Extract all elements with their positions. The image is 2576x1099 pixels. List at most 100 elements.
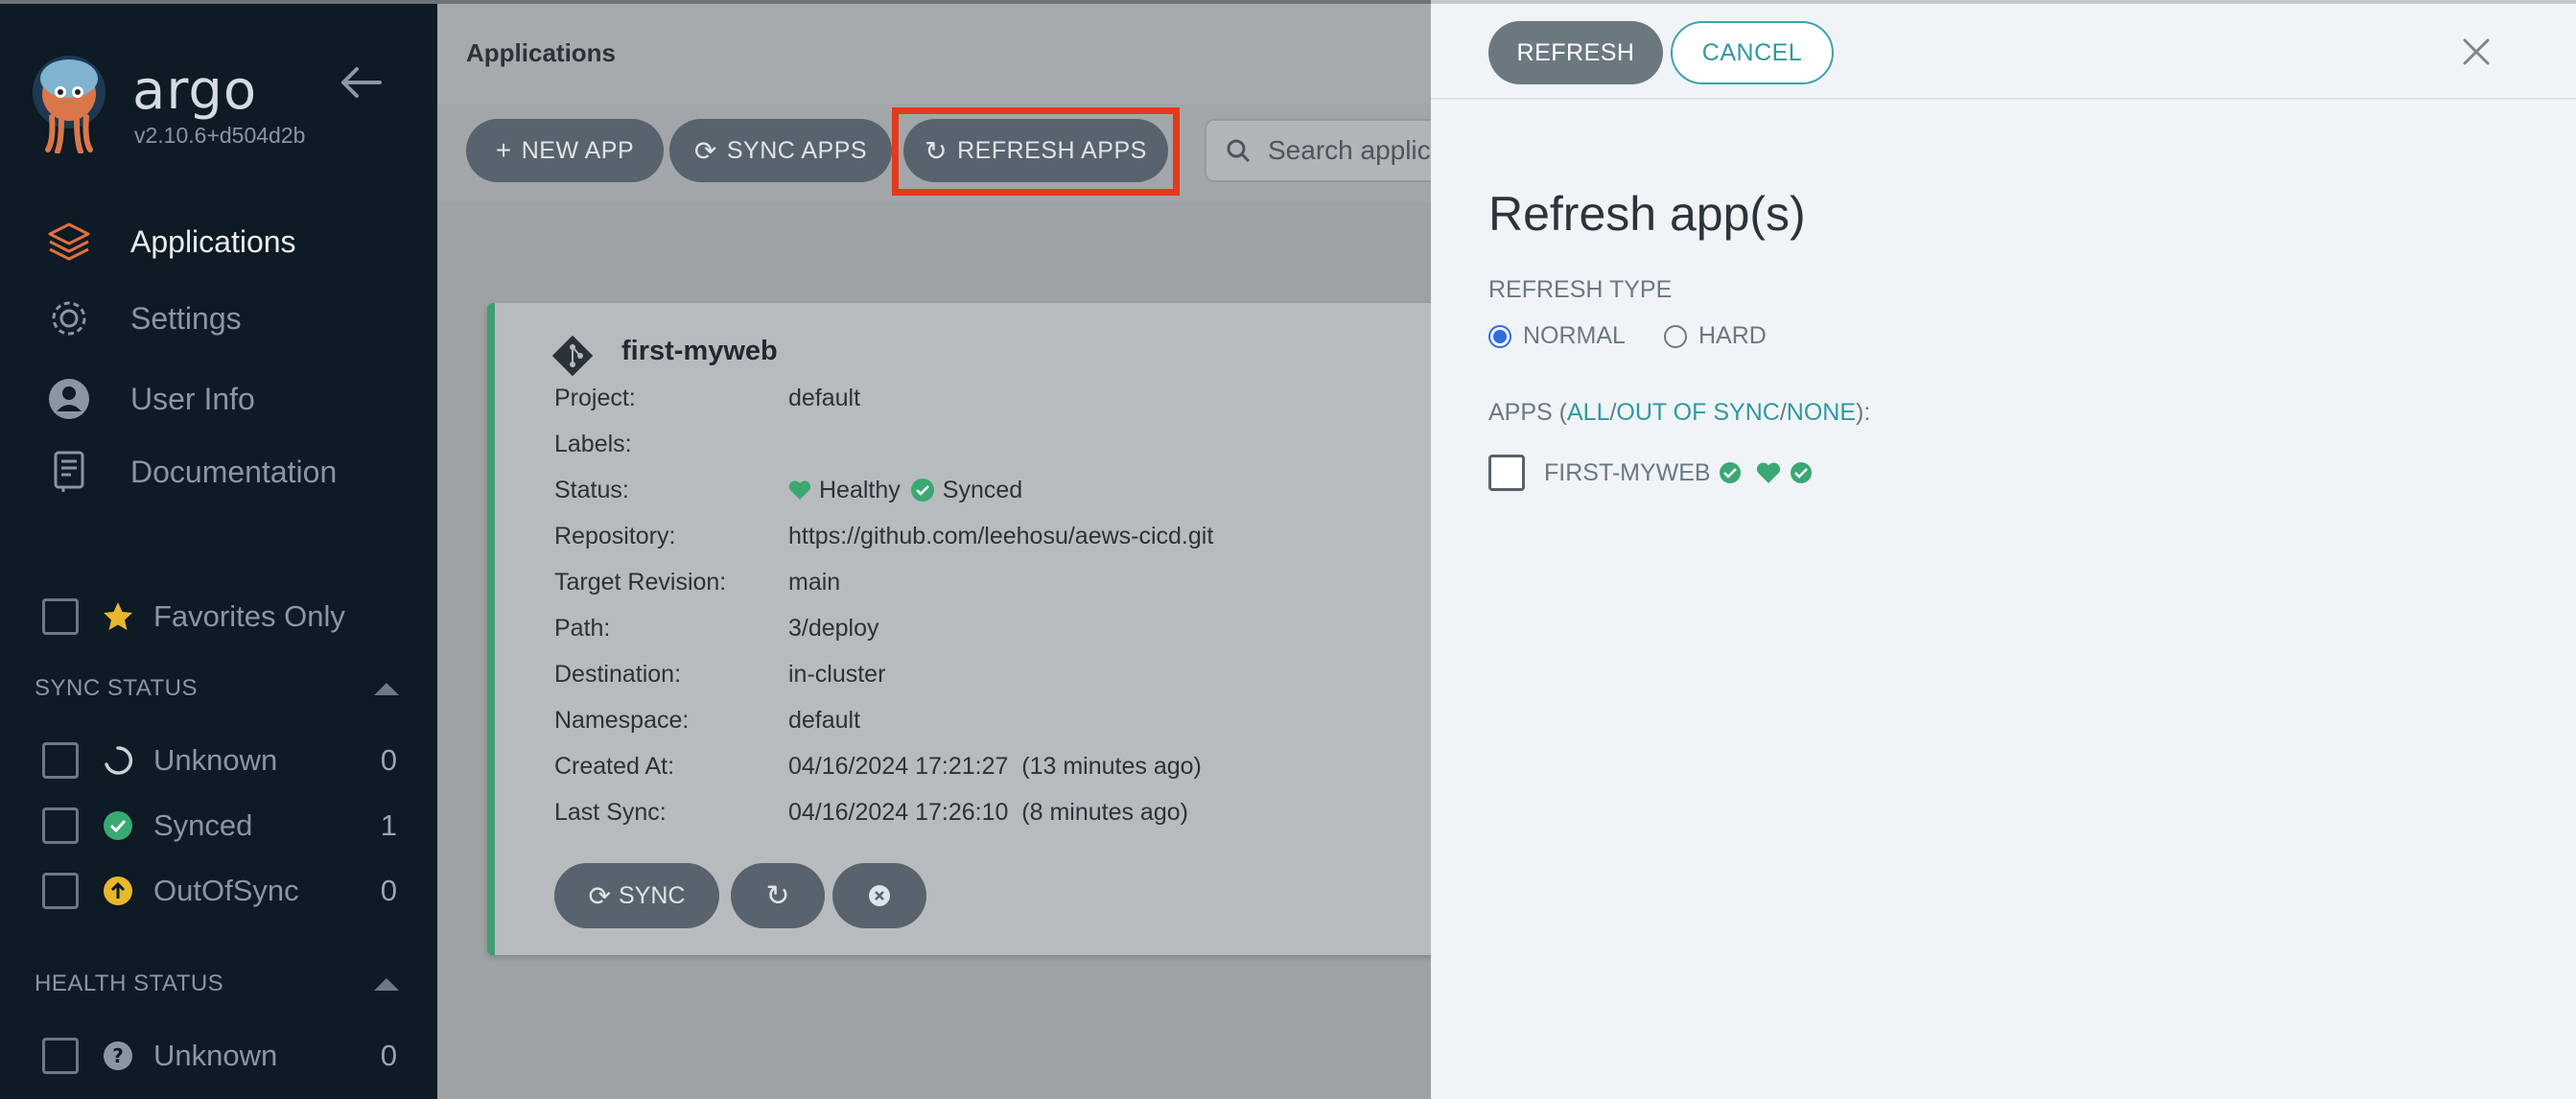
nav-settings-label: Settings: [130, 300, 242, 336]
filter-health-unknown[interactable]: ? Unknown 0: [42, 1032, 397, 1080]
health-status-title[interactable]: HEALTH STATUS: [35, 970, 399, 997]
nav-user-info[interactable]: User Info: [42, 370, 255, 428]
toolbar: + NEW APP ⟳ SYNC APPS ↻ REFRESH APPS Sea…: [437, 104, 1431, 201]
refresh-icon: ↻: [765, 879, 790, 912]
new-app-button[interactable]: + NEW APP: [466, 119, 664, 182]
card-sync-button[interactable]: ⟳ SYNC: [554, 863, 719, 928]
filter-sync-outofsync[interactable]: OutOfSync 0: [42, 867, 397, 915]
row-key: Last Sync:: [554, 798, 667, 826]
sync-apps-button[interactable]: ⟳ SYNC APPS: [669, 119, 892, 182]
row-project: Project: default: [554, 382, 860, 414]
heart-icon: [1756, 462, 1780, 483]
app-name[interactable]: first-myweb: [621, 336, 778, 367]
filter-label: Synced: [153, 808, 253, 842]
gear-icon: [42, 292, 96, 345]
row-value: in-cluster: [788, 660, 886, 688]
cancel-button[interactable]: CANCEL: [1671, 21, 1834, 84]
refresh-button[interactable]: REFRESH: [1488, 21, 1663, 84]
sidebar: argo v2.10.6+d504d2b Applications Settin…: [0, 0, 437, 1099]
nav-documentation-label: Documentation: [130, 454, 338, 489]
check-circle-icon: [910, 479, 934, 502]
app-select-name: FIRST-MYWEB: [1544, 458, 1711, 486]
sync-status-title-text: SYNC STATUS: [35, 675, 198, 701]
row-key: Repository:: [554, 522, 676, 550]
radio-normal-label[interactable]: NORMAL: [1523, 322, 1626, 350]
sync-icon: ⟳: [693, 135, 717, 166]
nav-settings[interactable]: Settings: [42, 290, 242, 347]
checkbox[interactable]: [42, 1038, 79, 1074]
separator: /: [1779, 399, 1787, 426]
apps-prefix: APPS (: [1488, 399, 1567, 426]
refresh-panel: REFRESH CANCEL Refresh app(s) REFRESH TY…: [1431, 0, 2576, 1099]
filter-count: 0: [380, 743, 397, 777]
checkbox[interactable]: [42, 807, 79, 844]
row-path: Path: 3/deploy: [554, 612, 879, 644]
check-circle-icon: [102, 809, 134, 842]
row-key: Labels:: [554, 430, 632, 457]
row-value: 04/16/2024 17:26:10 (8 minutes ago): [788, 798, 1188, 826]
panel-title: Refresh app(s): [1488, 187, 1806, 241]
apps-selector: APPS (ALL/OUT OF SYNC/NONE):: [1488, 399, 1870, 427]
argo-logo-icon: [33, 56, 105, 153]
row-destination: Destination: in-cluster: [554, 658, 885, 690]
collapse-sidebar-icon[interactable]: [338, 63, 384, 102]
new-app-label: NEW APP: [521, 136, 635, 164]
radio-hard[interactable]: [1663, 324, 1687, 348]
top-bar: Applications: [437, 4, 1431, 104]
filter-sync-synced[interactable]: Synced 1: [42, 802, 397, 850]
select-none-link[interactable]: NONE: [1787, 399, 1856, 426]
row-repository: Repository: https://github.com/leehosu/ae…: [554, 520, 1213, 552]
radio-normal[interactable]: [1488, 324, 1511, 348]
nav-applications[interactable]: Applications: [42, 213, 296, 270]
refresh-type-options: NORMAL HARD: [1488, 322, 1767, 350]
sync-status-title[interactable]: SYNC STATUS: [35, 675, 399, 702]
app-select-row[interactable]: FIRST-MYWEB: [1488, 455, 1813, 491]
search-icon: [1227, 139, 1251, 163]
card-sync-label: SYNC: [619, 881, 686, 909]
nav-user-info-label: User Info: [130, 381, 255, 416]
favorites-only-filter[interactable]: Favorites Only: [42, 593, 397, 641]
git-icon: [551, 335, 594, 377]
radio-hard-label[interactable]: HARD: [1698, 322, 1767, 350]
row-key: Project:: [554, 384, 636, 411]
apps-suffix: ):: [1856, 399, 1871, 426]
card-refresh-button[interactable]: ↻: [731, 863, 825, 928]
select-out-of-sync-link[interactable]: OUT OF SYNC: [1616, 399, 1779, 426]
filter-label: Unknown: [153, 1039, 278, 1072]
row-target-revision: Target Revision: main: [554, 566, 840, 598]
app-card[interactable]: first-myweb Project: default Labels: Stat…: [487, 303, 1431, 955]
arrow-up-circle-icon: [102, 875, 134, 907]
row-value: default: [788, 706, 861, 734]
search-input[interactable]: Search applica: [1205, 119, 1431, 182]
favorites-checkbox[interactable]: [42, 598, 79, 635]
sync-icon: ⟳: [588, 880, 611, 911]
favorites-label: Favorites Only: [153, 599, 345, 633]
sync-status: Synced: [942, 476, 1023, 503]
app-checkbox[interactable]: [1488, 455, 1525, 491]
heart-icon: [788, 480, 811, 500]
filter-count: 0: [380, 1039, 397, 1072]
row-value: default: [788, 384, 861, 411]
close-icon[interactable]: [2457, 33, 2495, 71]
user-icon: [42, 372, 96, 426]
health-status: Healthy: [819, 476, 901, 503]
select-all-link[interactable]: ALL: [1567, 399, 1609, 426]
row-key: Created At:: [554, 752, 675, 780]
version-label: v2.10.6+d504d2b: [134, 123, 306, 148]
filter-label: Unknown: [153, 743, 278, 777]
filter-sync-unknown[interactable]: Unknown 0: [42, 737, 397, 784]
book-icon: [42, 445, 96, 499]
checkbox[interactable]: [42, 873, 79, 909]
row-key: Path:: [554, 614, 611, 642]
checkbox[interactable]: [42, 742, 79, 779]
circle-notch-icon: [102, 744, 134, 777]
star-icon: [102, 600, 134, 633]
caret-up-icon: [374, 977, 399, 991]
row-value: Healthy Synced: [788, 477, 1022, 504]
filter-label: OutOfSync: [153, 874, 299, 907]
health-status-title-text: HEALTH STATUS: [35, 970, 224, 996]
close-circle-icon: [869, 885, 890, 906]
row-value: 04/16/2024 17:21:27 (13 minutes ago): [788, 752, 1202, 780]
card-delete-button[interactable]: [832, 863, 926, 928]
nav-documentation[interactable]: Documentation: [42, 443, 337, 501]
